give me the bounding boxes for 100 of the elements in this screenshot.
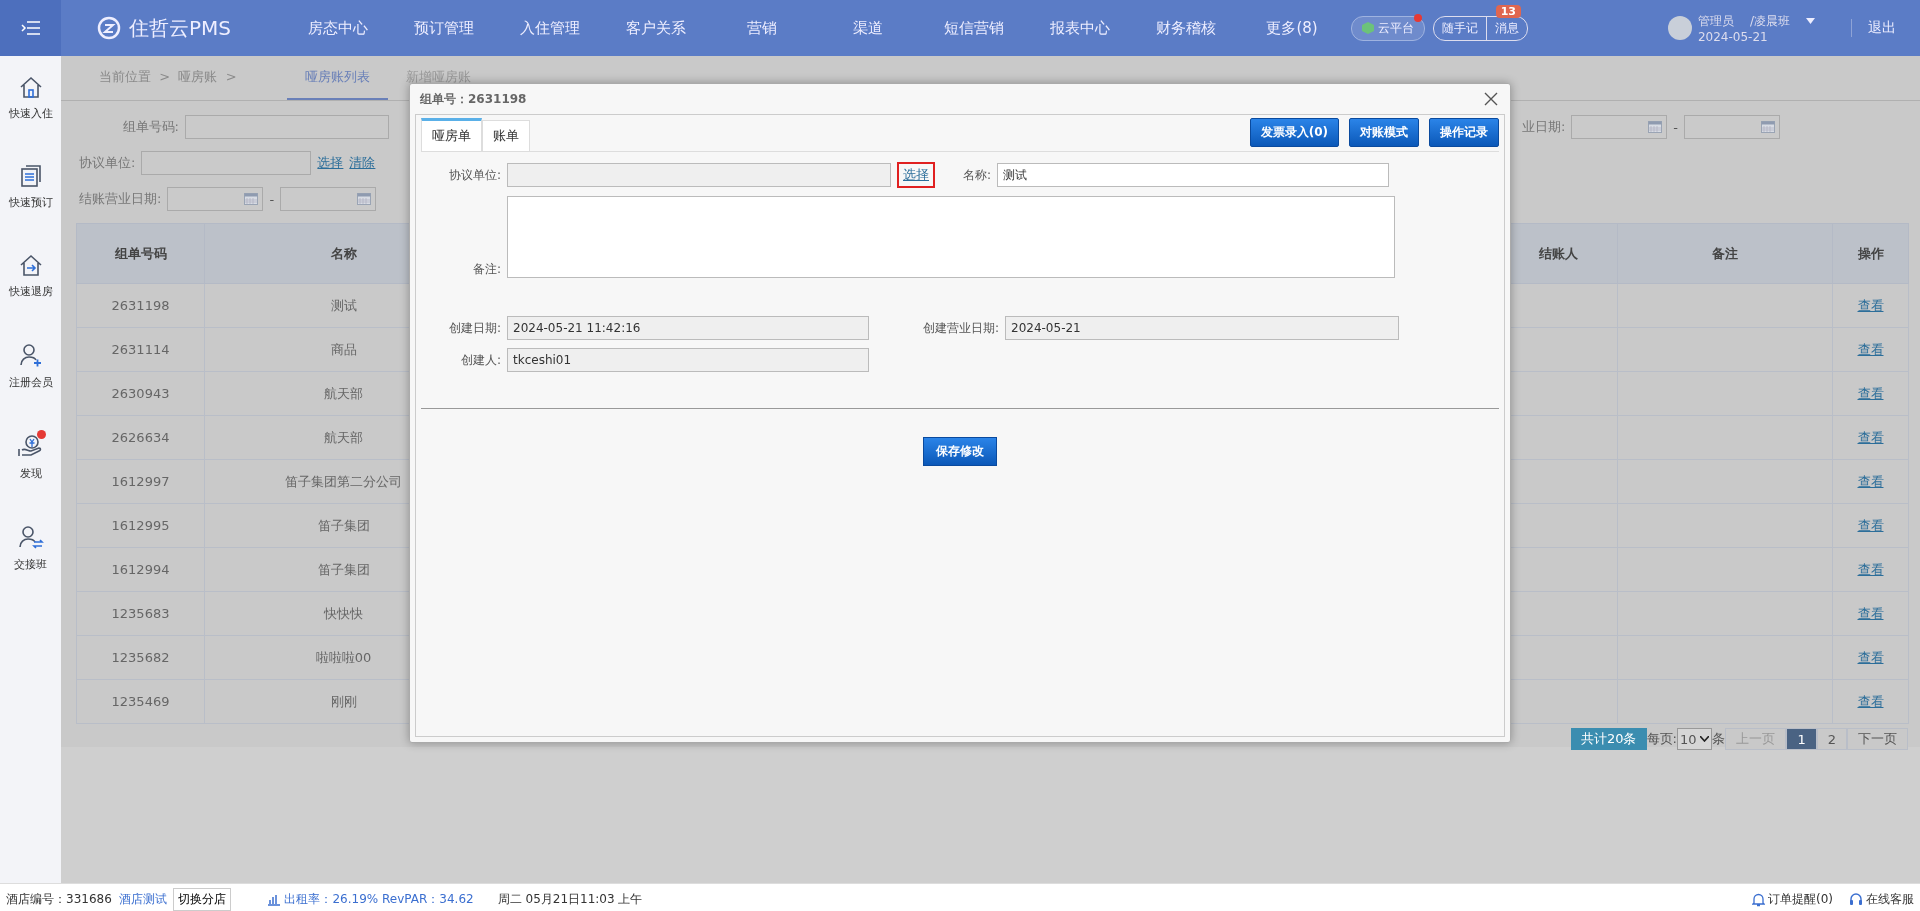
nav-item[interactable]: 房态中心 bbox=[285, 18, 391, 38]
save-button[interactable]: 保存修改 bbox=[923, 437, 997, 466]
remark-field[interactable] bbox=[507, 196, 1395, 278]
sidebar-item[interactable]: 快速预订 bbox=[8, 165, 53, 210]
group-number-field[interactable] bbox=[185, 115, 389, 139]
field-label: 名称: bbox=[961, 166, 991, 184]
bar-chart-icon bbox=[267, 893, 281, 906]
select-link[interactable]: 选择 bbox=[897, 162, 935, 188]
view-link[interactable]: 查看 bbox=[1857, 605, 1884, 621]
action-button[interactable]: 对账模式 bbox=[1349, 118, 1419, 147]
view-link[interactable]: 查看 bbox=[1857, 429, 1884, 445]
sidebar-item[interactable]: 快速退房 bbox=[8, 254, 53, 299]
close-icon bbox=[1484, 92, 1498, 106]
date-field[interactable] bbox=[1684, 115, 1780, 139]
shift-name: /凌晨班 bbox=[1749, 12, 1790, 30]
view-link[interactable]: 查看 bbox=[1857, 341, 1884, 357]
table-cell: 1612994 bbox=[76, 547, 205, 592]
page-size-select[interactable]: 10 bbox=[1676, 728, 1713, 750]
table-cell: 2630943 bbox=[76, 371, 205, 416]
nav-item[interactable]: 短信营销 bbox=[921, 18, 1027, 38]
tab[interactable]: 哑房账列表 bbox=[286, 56, 388, 100]
date-field[interactable] bbox=[280, 187, 377, 211]
date-field[interactable] bbox=[167, 187, 264, 211]
date-separator: - bbox=[269, 191, 275, 207]
created-date-field[interactable]: 2024-05-21 11:42:16 bbox=[507, 316, 869, 340]
brand-name: 住哲云PMS bbox=[129, 14, 231, 42]
avatar[interactable] bbox=[1667, 16, 1692, 40]
hotel-name-link[interactable]: 酒店测试 bbox=[119, 891, 168, 908]
nav-item[interactable]: 客户关系 bbox=[603, 18, 709, 38]
nav-item[interactable]: 入住管理 bbox=[497, 18, 603, 38]
close-button[interactable] bbox=[1484, 92, 1498, 106]
business-date-field[interactable]: 2024-05-21 bbox=[1005, 316, 1399, 340]
switch-branch-button[interactable]: 切换分店 bbox=[173, 888, 232, 911]
field-label: 协议单位: bbox=[79, 154, 136, 172]
view-link[interactable]: 查看 bbox=[1857, 693, 1884, 709]
date-field[interactable] bbox=[1571, 115, 1668, 139]
view-link[interactable]: 查看 bbox=[1857, 473, 1884, 489]
user-swap-icon bbox=[17, 525, 44, 549]
house-arrow-icon bbox=[18, 254, 43, 276]
date-time: 周二 05月21日11:03 上午 bbox=[497, 891, 643, 908]
hotel-number: 酒店编号：331686 bbox=[6, 891, 112, 908]
caret-icon[interactable] bbox=[1806, 18, 1815, 24]
view-link[interactable]: 查看 bbox=[1857, 517, 1884, 533]
view-link[interactable]: 查看 bbox=[1857, 649, 1884, 665]
total-count: 共计20条 bbox=[1570, 728, 1647, 750]
add-user-icon bbox=[18, 343, 43, 367]
field-label: 协议单位: bbox=[447, 166, 501, 184]
nav-item[interactable]: 更多(8) bbox=[1239, 18, 1345, 38]
nav-item[interactable]: 营销 bbox=[709, 18, 815, 38]
creator-field[interactable]: tkceshi01 bbox=[507, 348, 869, 372]
unit-field[interactable] bbox=[141, 151, 312, 175]
nav-item[interactable]: 报表中心 bbox=[1027, 18, 1133, 38]
calendar-icon[interactable] bbox=[357, 193, 372, 205]
sidebar-item[interactable]: 注册会员 bbox=[8, 343, 53, 390]
nav-item[interactable]: 渠道 bbox=[815, 18, 921, 38]
field-label: 创建营业日期: bbox=[921, 319, 999, 337]
sidebar-item[interactable]: 快速入住 bbox=[8, 76, 53, 121]
unit-field[interactable] bbox=[507, 163, 891, 187]
calendar-icon[interactable] bbox=[1761, 121, 1775, 133]
tab[interactable]: 账单 bbox=[482, 120, 530, 151]
action-button[interactable]: 发票录入(0) bbox=[1249, 118, 1339, 147]
cube-icon bbox=[1362, 22, 1374, 34]
document-icon bbox=[19, 165, 42, 187]
name-field[interactable]: 测试 bbox=[997, 163, 1389, 187]
sidebar-item[interactable]: 交接班 bbox=[14, 525, 47, 572]
table-cell: 1235683 bbox=[76, 591, 205, 636]
table-cell: 2626634 bbox=[76, 415, 205, 460]
occupancy-stats: 出租率：26.19% RevPAR：34.62 bbox=[284, 891, 474, 908]
logout-link[interactable]: 退出 bbox=[1851, 19, 1896, 37]
online-support-button[interactable]: 在线客服 bbox=[1849, 891, 1914, 908]
next-page-button[interactable]: 下一页 bbox=[1847, 728, 1908, 750]
table-cell: 2631198 bbox=[76, 283, 205, 328]
view-link[interactable]: 查看 bbox=[1857, 297, 1884, 313]
table-cell: 1235469 bbox=[76, 679, 205, 724]
sidebar-item[interactable]: 发现 bbox=[17, 434, 44, 481]
page-button[interactable]: 1 bbox=[1786, 728, 1817, 750]
dialog-title: 组单号：2631198 bbox=[420, 90, 527, 108]
calendar-icon[interactable] bbox=[244, 193, 259, 205]
table-cell: 1612997 bbox=[76, 459, 205, 504]
tab[interactable]: 哑房单 bbox=[421, 118, 482, 151]
table-cell: 2631114 bbox=[76, 327, 205, 372]
select-link[interactable]: 选择 bbox=[317, 154, 344, 172]
action-button[interactable]: 操作记录 bbox=[1429, 118, 1499, 147]
view-link[interactable]: 查看 bbox=[1857, 385, 1884, 401]
clear-link[interactable]: 清除 bbox=[349, 154, 376, 172]
page-button[interactable]: 2 bbox=[1816, 728, 1847, 750]
breadcrumb: 当前位置 > 哑房账 > bbox=[99, 68, 237, 86]
cloud-platform-button[interactable]: 云平台 bbox=[1351, 15, 1425, 41]
calendar-icon[interactable] bbox=[1648, 121, 1663, 133]
hand-coin-icon bbox=[17, 434, 44, 458]
nav-item[interactable]: 财务稽核 bbox=[1133, 18, 1239, 38]
table-cell: 1612995 bbox=[76, 503, 205, 548]
view-link[interactable]: 查看 bbox=[1857, 561, 1884, 577]
nav-item[interactable]: 预订管理 bbox=[391, 18, 497, 38]
house-icon bbox=[18, 76, 43, 98]
order-alert-button[interactable]: 订单提醒(0) bbox=[1752, 891, 1833, 908]
per-page-label: 每页: bbox=[1646, 730, 1677, 748]
notes-button[interactable]: 随手记 bbox=[1434, 16, 1486, 40]
field-label: 组单号码: bbox=[121, 118, 179, 136]
menu-button[interactable] bbox=[0, 0, 61, 56]
